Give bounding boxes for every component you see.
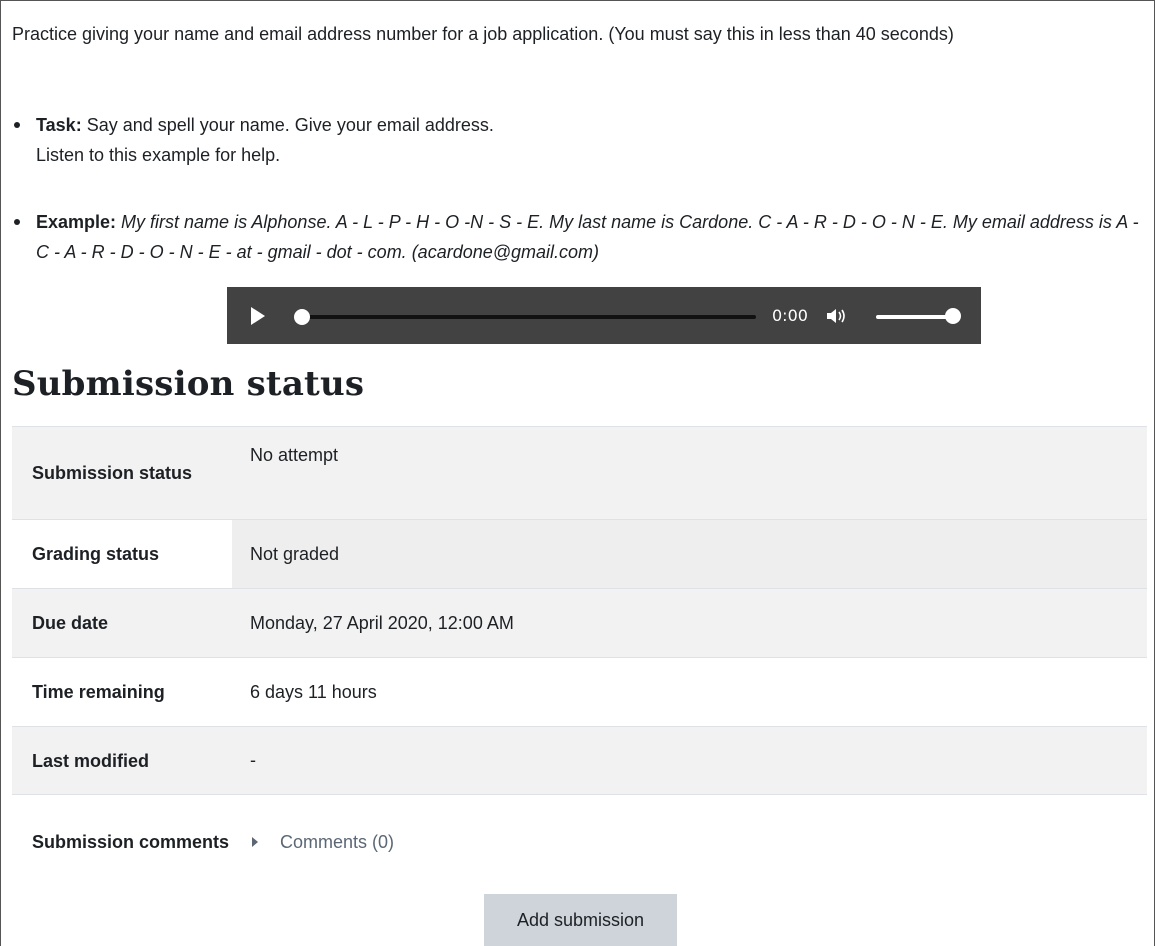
row-label: Last modified: [32, 750, 150, 771]
table-row: Last modified -: [12, 726, 1147, 794]
volume-slider-track[interactable]: [876, 315, 953, 319]
play-icon[interactable]: [251, 307, 265, 325]
row-value: -: [250, 750, 256, 770]
audio-time: 0:00: [772, 306, 808, 325]
comments-toggle[interactable]: Comments (0): [250, 832, 394, 853]
row-value: 6 days 11 hours: [250, 681, 377, 702]
task-line2: Listen to this example for help.: [36, 145, 281, 165]
expand-triangle-icon: [252, 837, 258, 847]
row-label: Submission comments: [32, 832, 230, 852]
section-title: Submission status: [12, 364, 365, 404]
audio-player: 0:00: [227, 287, 981, 344]
row-value: Not graded: [232, 520, 1147, 588]
bullet-dot: [14, 219, 20, 225]
task-label: Task:: [36, 115, 82, 135]
table-row: Due date Monday, 27 April 2020, 12:00 AM: [12, 588, 1147, 657]
row-label: Submission status: [32, 463, 193, 483]
row-value: Comments (0): [232, 795, 1147, 889]
row-label: Grading status: [12, 520, 232, 588]
submission-status-table: Submission status No attempt Grading sta…: [12, 426, 1147, 889]
bullet-dot: [14, 122, 20, 128]
comments-link-label: Comments (0): [280, 831, 395, 852]
intro-text: Practice giving your name and email addr…: [12, 24, 954, 44]
task-line1: Say and spell your name. Give your email…: [81, 115, 494, 135]
table-row: Submission comments Comments (0): [12, 794, 1147, 889]
volume-slider-knob[interactable]: [945, 308, 961, 324]
volume-icon[interactable]: [825, 306, 849, 326]
table-row: Submission status No attempt: [12, 426, 1147, 519]
add-submission-button[interactable]: Add submission: [484, 894, 677, 946]
row-value: Monday, 27 April 2020, 12:00 AM: [250, 612, 514, 633]
row-label: Time remaining: [32, 682, 165, 702]
table-row: Time remaining 6 days 11 hours: [12, 657, 1147, 726]
row-value: No attempt: [250, 445, 339, 465]
table-row: Grading status Not graded: [12, 519, 1147, 588]
task-bullet: Task: Say and spell your name. Give your…: [14, 110, 1134, 170]
row-label: Due date: [32, 613, 109, 633]
example-bullet: Example: My first name is Alphonse. A - …: [14, 207, 1144, 267]
audio-progress-track[interactable]: [301, 315, 756, 319]
example-label: Example:: [36, 212, 117, 232]
example-text: My first name is Alphonse. A - L - P - H…: [36, 212, 1139, 262]
audio-progress-knob[interactable]: [294, 309, 310, 325]
